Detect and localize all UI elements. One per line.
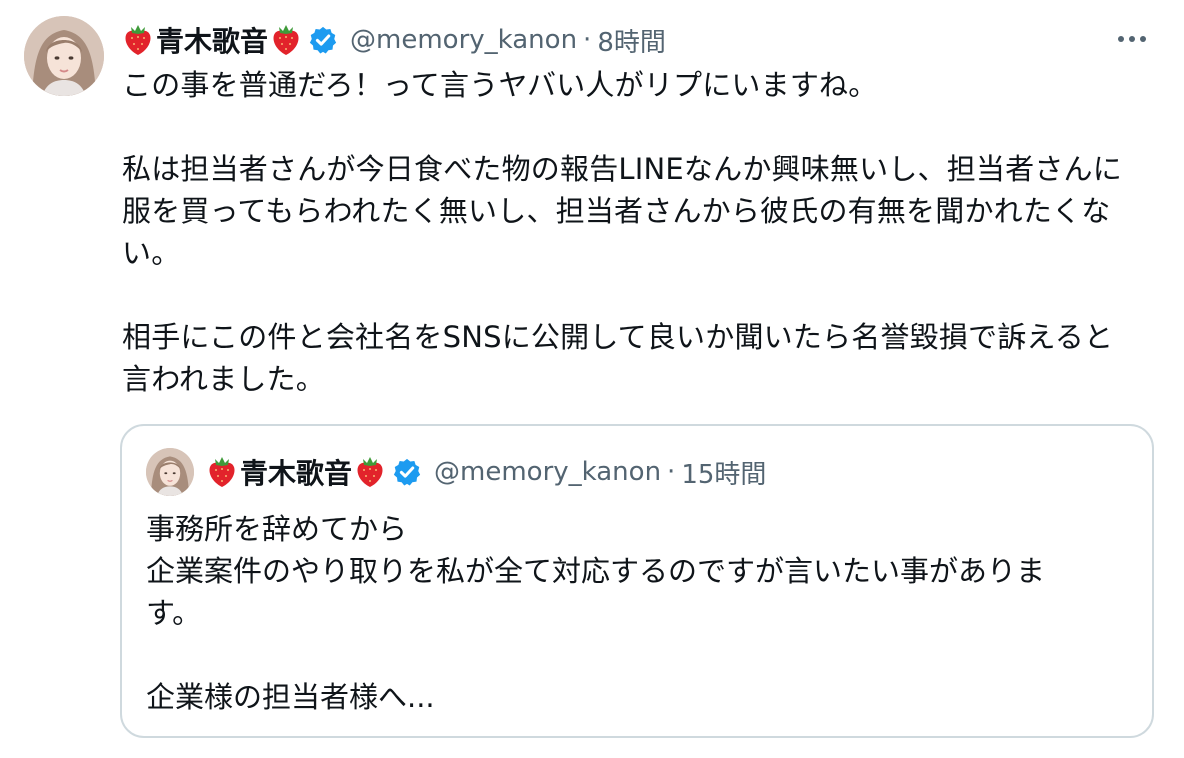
tweet-line: 私は担当者さんが今日食べた物の報告LINEなんか興味無いし、担当者さんに (122, 152, 1122, 186)
quoted-tweet[interactable]: 青木歌音 @memory_kanon · 15時間 事務所を辞めてから 企業案件… (120, 424, 1154, 738)
tweet-line: 相手にこの件と会社名をSNSに公開して良いか聞いたら名誉毀損で訴えると (122, 320, 1114, 354)
tweet-line: 言われました。 (122, 362, 325, 396)
strawberry-icon (122, 23, 154, 57)
strawberry-icon (270, 23, 302, 57)
quoted-author-name-text[interactable]: 青木歌音 (240, 452, 352, 492)
more-options-icon[interactable] (1114, 24, 1150, 54)
verified-badge-icon[interactable] (308, 25, 338, 55)
quoted-tweet-line: 企業案件のやり取りを私が全て対応するのですが言いたい事がありま (146, 554, 1046, 588)
quoted-author-handle[interactable]: @memory_kanon (434, 457, 661, 487)
meta-separator: · (667, 457, 676, 487)
quoted-tweet-line: 企業様の担当者様へ... (146, 680, 435, 714)
tweet: 青木歌音 @memory_kanon · 8時間 この事を普通だろ！って言うヤバ… (0, 0, 1184, 758)
quoted-tweet-header: 青木歌音 @memory_kanon · 15時間 (146, 448, 766, 496)
quoted-tweet-meta: @memory_kanon · 15時間 (434, 454, 766, 491)
meta-separator: · (583, 25, 592, 55)
strawberry-icon (206, 455, 238, 489)
quoted-tweet-text: 事務所を辞めてから 企業案件のやり取りを私が全て対応するのですが言いたい事があり… (146, 508, 1136, 718)
tweet-timestamp[interactable]: 8時間 (597, 22, 666, 59)
tweet-meta: @memory_kanon · 8時間 (350, 22, 666, 59)
tweet-text: この事を普通だろ！って言うヤバい人がリプにいますね。 私は担当者さんが今日食べた… (122, 64, 1152, 400)
author-name[interactable]: 青木歌音 (122, 20, 338, 60)
quoted-author-avatar[interactable] (146, 448, 194, 496)
quoted-tweet-line: す。 (146, 596, 202, 630)
strawberry-icon (354, 455, 386, 489)
tweet-line: 服を買ってもらわれたく無いし、担当者さんから彼氏の有無を聞かれたくな (122, 194, 1111, 228)
author-avatar[interactable] (24, 16, 104, 96)
author-name-text[interactable]: 青木歌音 (156, 20, 268, 60)
tweet-paragraph: この事を普通だろ！って言うヤバい人がリプにいますね。 (122, 68, 878, 102)
tweet-header: 青木歌音 @memory_kanon · 8時間 (122, 20, 666, 60)
quoted-tweet-timestamp[interactable]: 15時間 (681, 454, 766, 491)
quoted-author-name[interactable]: 青木歌音 (206, 452, 422, 492)
verified-badge-icon[interactable] (392, 457, 422, 487)
tweet-line: い。 (122, 236, 181, 270)
author-handle[interactable]: @memory_kanon (350, 25, 577, 55)
quoted-tweet-line: 事務所を辞めてから (146, 512, 408, 546)
